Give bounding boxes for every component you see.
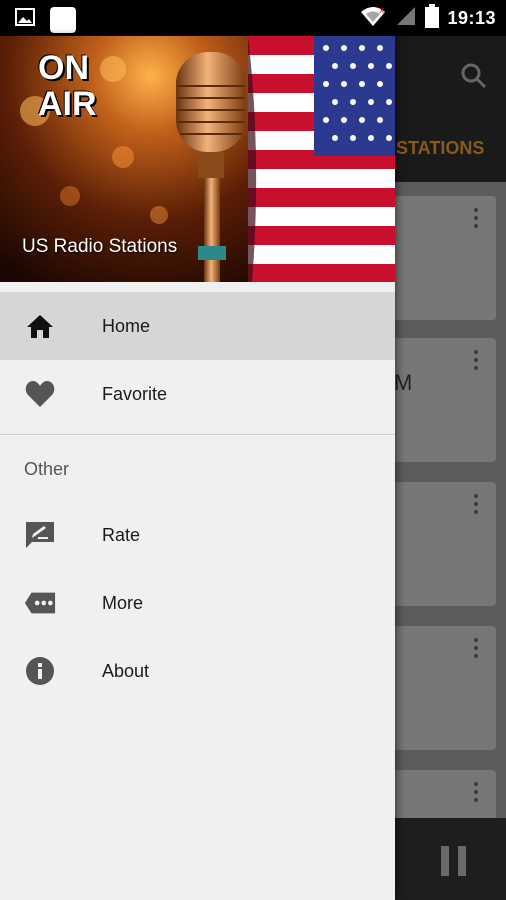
navigation-drawer: ON AIR US Radio Stations Home Favorite O… — [0, 36, 395, 900]
clock: 19:13 — [447, 7, 496, 28]
battery-icon — [425, 3, 440, 33]
station-card[interactable]: M — [380, 338, 496, 462]
drawer-menu: Home Favorite Other Rate More About — [0, 292, 395, 705]
rate-icon — [24, 519, 56, 551]
image-icon — [14, 6, 36, 33]
overflow-menu-icon[interactable] — [474, 494, 478, 514]
heart-icon — [24, 378, 56, 410]
svg-text:x: x — [379, 6, 385, 16]
search-icon[interactable] — [460, 62, 488, 95]
overflow-menu-icon[interactable] — [474, 350, 478, 370]
menu-label: More — [102, 592, 144, 613]
info-icon — [24, 655, 56, 687]
microphone-image — [168, 46, 258, 282]
more-icon — [24, 587, 56, 619]
menu-item-favorite[interactable]: Favorite — [0, 360, 395, 428]
menu-item-about[interactable]: About — [0, 637, 395, 705]
signal-icon — [395, 5, 417, 32]
station-card[interactable] — [380, 770, 496, 818]
header-title: US Radio Stations — [22, 236, 178, 257]
section-title-other: Other — [24, 459, 70, 479]
pause-icon[interactable] — [441, 846, 466, 876]
menu-label: About — [102, 660, 150, 681]
drawer-header: ON AIR US Radio Stations — [0, 36, 395, 282]
menu-label: Favorite — [102, 383, 168, 404]
overflow-menu-icon[interactable] — [474, 782, 478, 802]
tab-stations[interactable]: STATIONS — [396, 138, 484, 159]
station-card[interactable] — [380, 196, 496, 320]
menu-label: Rate — [102, 524, 141, 545]
us-flag-image — [248, 36, 395, 282]
home-icon — [24, 310, 56, 342]
wifi-icon: x — [359, 5, 387, 32]
status-bar: x 19:13 — [0, 0, 506, 36]
station-name: M — [394, 370, 413, 395]
menu-item-home[interactable]: Home — [0, 292, 395, 360]
on-air-logo: ON AIR — [38, 49, 97, 123]
overflow-menu-icon[interactable] — [474, 638, 478, 658]
menu-item-rate[interactable]: Rate — [0, 501, 395, 569]
station-card[interactable] — [380, 626, 496, 750]
overflow-menu-icon[interactable] — [474, 208, 478, 228]
menu-item-more[interactable]: More — [0, 569, 395, 637]
station-card[interactable] — [380, 482, 496, 606]
menu-label: Home — [102, 315, 151, 336]
square-notification-icon — [50, 6, 76, 33]
